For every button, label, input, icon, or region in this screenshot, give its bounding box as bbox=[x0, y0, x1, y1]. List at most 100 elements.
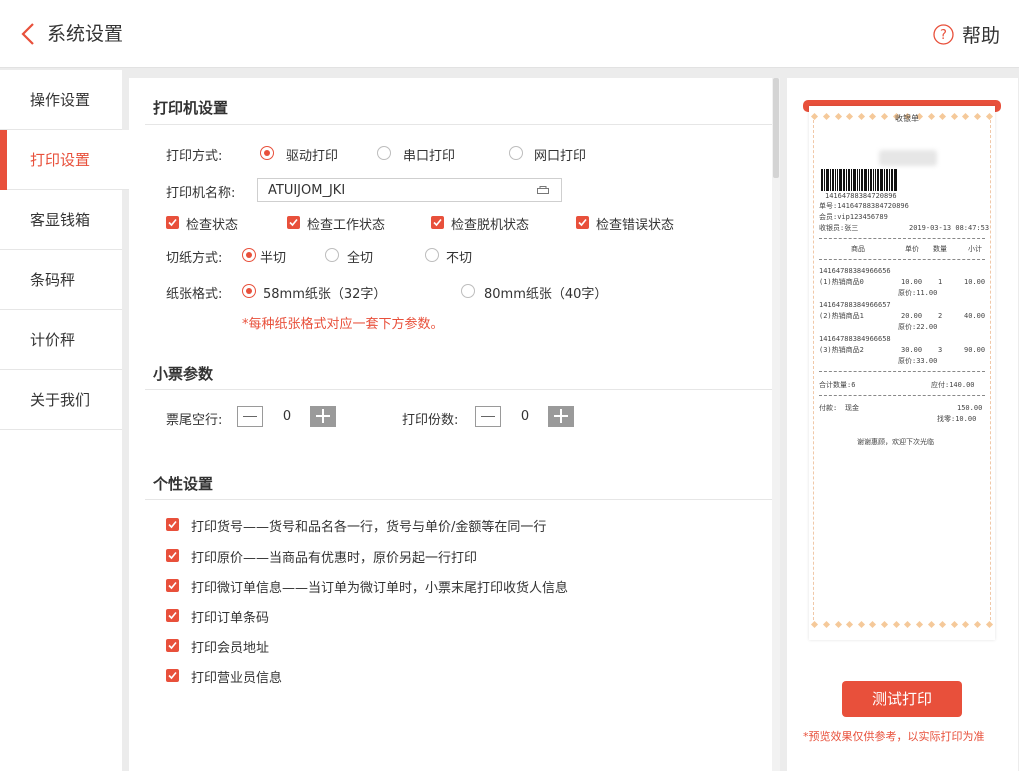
receipt-item-name: (2)热销商品1 bbox=[819, 312, 864, 320]
checkbox-label: 打印订单条码 bbox=[191, 611, 270, 626]
sidebar-item-barcode-scale[interactable]: 条码秤 bbox=[0, 250, 122, 310]
checkbox-label: 检查错误状态 bbox=[596, 218, 675, 233]
page-title: 系统设置 bbox=[47, 23, 124, 45]
cut-mode-label: 切纸方式: bbox=[166, 251, 223, 266]
radio-label: 网口打印 bbox=[534, 149, 587, 164]
receipt-divider bbox=[819, 259, 985, 260]
receipt-item-name: (1)热销商品0 bbox=[819, 278, 864, 286]
checkbox-print-micro-order[interactable] bbox=[166, 579, 179, 592]
checkbox-print-item-code[interactable] bbox=[166, 518, 179, 531]
receipt-pay-method: 现金 bbox=[845, 404, 859, 412]
receipt-pay-label: 付款: bbox=[819, 404, 838, 412]
printer-name-select[interactable]: ATUIJOM_JKI bbox=[257, 178, 562, 202]
radio-label: 驱动打印 bbox=[286, 149, 339, 164]
copies-increment-button[interactable] bbox=[548, 406, 574, 427]
test-print-button[interactable]: 测试打印 bbox=[842, 681, 962, 717]
receipt-item-qty: 2 bbox=[938, 312, 943, 320]
receipt-divider bbox=[819, 238, 985, 239]
print-mode-label: 打印方式: bbox=[166, 149, 223, 164]
radio-paper-80mm[interactable] bbox=[461, 284, 475, 298]
radio-label: 80mm纸张（40字） bbox=[484, 287, 608, 302]
receipt-col-price: 单价 bbox=[905, 245, 919, 253]
receipt-col-item: 商品 bbox=[851, 245, 865, 253]
checkbox-check-work-status[interactable] bbox=[287, 216, 300, 229]
checkbox-label: 检查脱机状态 bbox=[451, 218, 530, 233]
sidebar-item-operation[interactable]: 操作设置 bbox=[0, 70, 122, 130]
receipt-item-price: 20.00 bbox=[901, 312, 923, 320]
checkbox-label: 打印营业员信息 bbox=[191, 671, 283, 686]
tail-lines-value: 0 bbox=[282, 409, 292, 424]
print-copies-label: 打印份数: bbox=[402, 413, 459, 428]
sidebar-item-label: 计价秤 bbox=[30, 331, 76, 349]
radio-half-cut[interactable] bbox=[242, 248, 256, 262]
checkbox-check-error-status[interactable] bbox=[576, 216, 589, 229]
receipt-item-orig-price: 原价:33.00 bbox=[898, 357, 938, 365]
receipt-item-orig-price: 原价:11.00 bbox=[898, 289, 938, 297]
scrollbar[interactable] bbox=[772, 78, 780, 771]
sidebar-item-label: 打印设置 bbox=[30, 151, 91, 169]
sidebar-item-label: 关于我们 bbox=[30, 391, 91, 409]
section-title-ticket: 小票参数 bbox=[153, 365, 214, 383]
scrollbar-thumb[interactable] bbox=[773, 78, 779, 178]
radio-network-print[interactable] bbox=[509, 146, 523, 160]
receipt-datetime: 2019-03-13 08:47:53 bbox=[909, 224, 990, 232]
check-icon bbox=[168, 520, 177, 529]
sidebar-item-display-cashbox[interactable]: 客显钱箱 bbox=[0, 190, 122, 250]
checkbox-print-original-price[interactable] bbox=[166, 549, 179, 562]
checkbox-check-offline-status[interactable] bbox=[431, 216, 444, 229]
checkbox-print-member-address[interactable] bbox=[166, 639, 179, 652]
radio-label: 58mm纸张（32字） bbox=[263, 287, 387, 302]
radio-driver-print[interactable] bbox=[260, 146, 274, 160]
receipt-paper: 收银单 14164788384720896 单号:141647883847208… bbox=[809, 106, 995, 640]
checkbox-check-status[interactable] bbox=[166, 216, 179, 229]
check-icon bbox=[289, 218, 298, 227]
receipt-item-code: 14164788384966657 bbox=[819, 301, 891, 309]
receipt-item-subtotal: 10.00 bbox=[964, 278, 986, 286]
checkbox-print-clerk-info[interactable] bbox=[166, 669, 179, 682]
receipt-item-qty: 3 bbox=[938, 346, 943, 354]
radio-label: 全切 bbox=[347, 251, 374, 266]
receipt-divider bbox=[819, 395, 985, 396]
radio-no-cut[interactable] bbox=[425, 248, 439, 262]
barcode-number: 14164788384720896 bbox=[825, 192, 897, 200]
sidebar-item-price-scale[interactable]: 计价秤 bbox=[0, 310, 122, 370]
paper-format-label: 纸张格式: bbox=[166, 287, 223, 302]
preview-note: *预览效果仅供参考，以实际打印为准 bbox=[803, 730, 985, 743]
help-button[interactable]: ? 帮助 bbox=[933, 20, 1000, 48]
svg-text:?: ? bbox=[940, 28, 947, 43]
checkbox-print-order-barcode[interactable] bbox=[166, 609, 179, 622]
sidebar-item-about[interactable]: 关于我们 bbox=[0, 370, 122, 430]
receipt-footer: 谢谢惠顾，欢迎下次光临 bbox=[857, 438, 934, 446]
copies-value: 0 bbox=[520, 409, 530, 424]
receipt-barcode bbox=[821, 169, 903, 191]
receipt-total-qty: 合计数量:6 bbox=[819, 381, 856, 389]
back-button[interactable] bbox=[18, 20, 40, 48]
check-icon bbox=[168, 551, 177, 560]
receipt-item-orig-price: 原价:22.00 bbox=[898, 323, 938, 331]
printer-name-label: 打印机名称: bbox=[166, 186, 236, 201]
radio-full-cut[interactable] bbox=[325, 248, 339, 262]
store-logo-blurred bbox=[879, 150, 937, 166]
radio-serial-print[interactable] bbox=[377, 146, 391, 160]
divider bbox=[145, 124, 772, 125]
printer-icon bbox=[537, 186, 549, 194]
sidebar-item-print[interactable]: 打印设置 bbox=[0, 130, 130, 190]
tail-lines-increment-button[interactable] bbox=[310, 406, 336, 427]
receipt-col-subtotal: 小计 bbox=[968, 245, 982, 253]
section-title-custom: 个性设置 bbox=[153, 475, 214, 493]
radio-label: 串口打印 bbox=[403, 149, 456, 164]
radio-label: 半切 bbox=[260, 251, 287, 266]
help-label: 帮助 bbox=[962, 24, 1001, 47]
receipt-item-name: (3)热销商品2 bbox=[819, 346, 864, 354]
receipt-item-code: 14164788384966658 bbox=[819, 335, 891, 343]
receipt-item-subtotal: 90.00 bbox=[964, 346, 986, 354]
sidebar-item-label: 客显钱箱 bbox=[30, 211, 91, 229]
section-title-printer: 打印机设置 bbox=[153, 99, 229, 117]
receipt-item-price: 30.00 bbox=[901, 346, 923, 354]
radio-paper-58mm[interactable] bbox=[242, 284, 256, 298]
receipt-cashier: 收银员:张三 bbox=[819, 224, 859, 232]
settings-panel: 打印机设置 打印方式: 驱动打印 串口打印 网口打印 打印机名称: ATUIJO… bbox=[129, 78, 772, 771]
tail-lines-decrement-button[interactable] bbox=[237, 406, 263, 427]
copies-decrement-button[interactable] bbox=[475, 406, 501, 427]
receipt-item-subtotal: 40.00 bbox=[964, 312, 986, 320]
